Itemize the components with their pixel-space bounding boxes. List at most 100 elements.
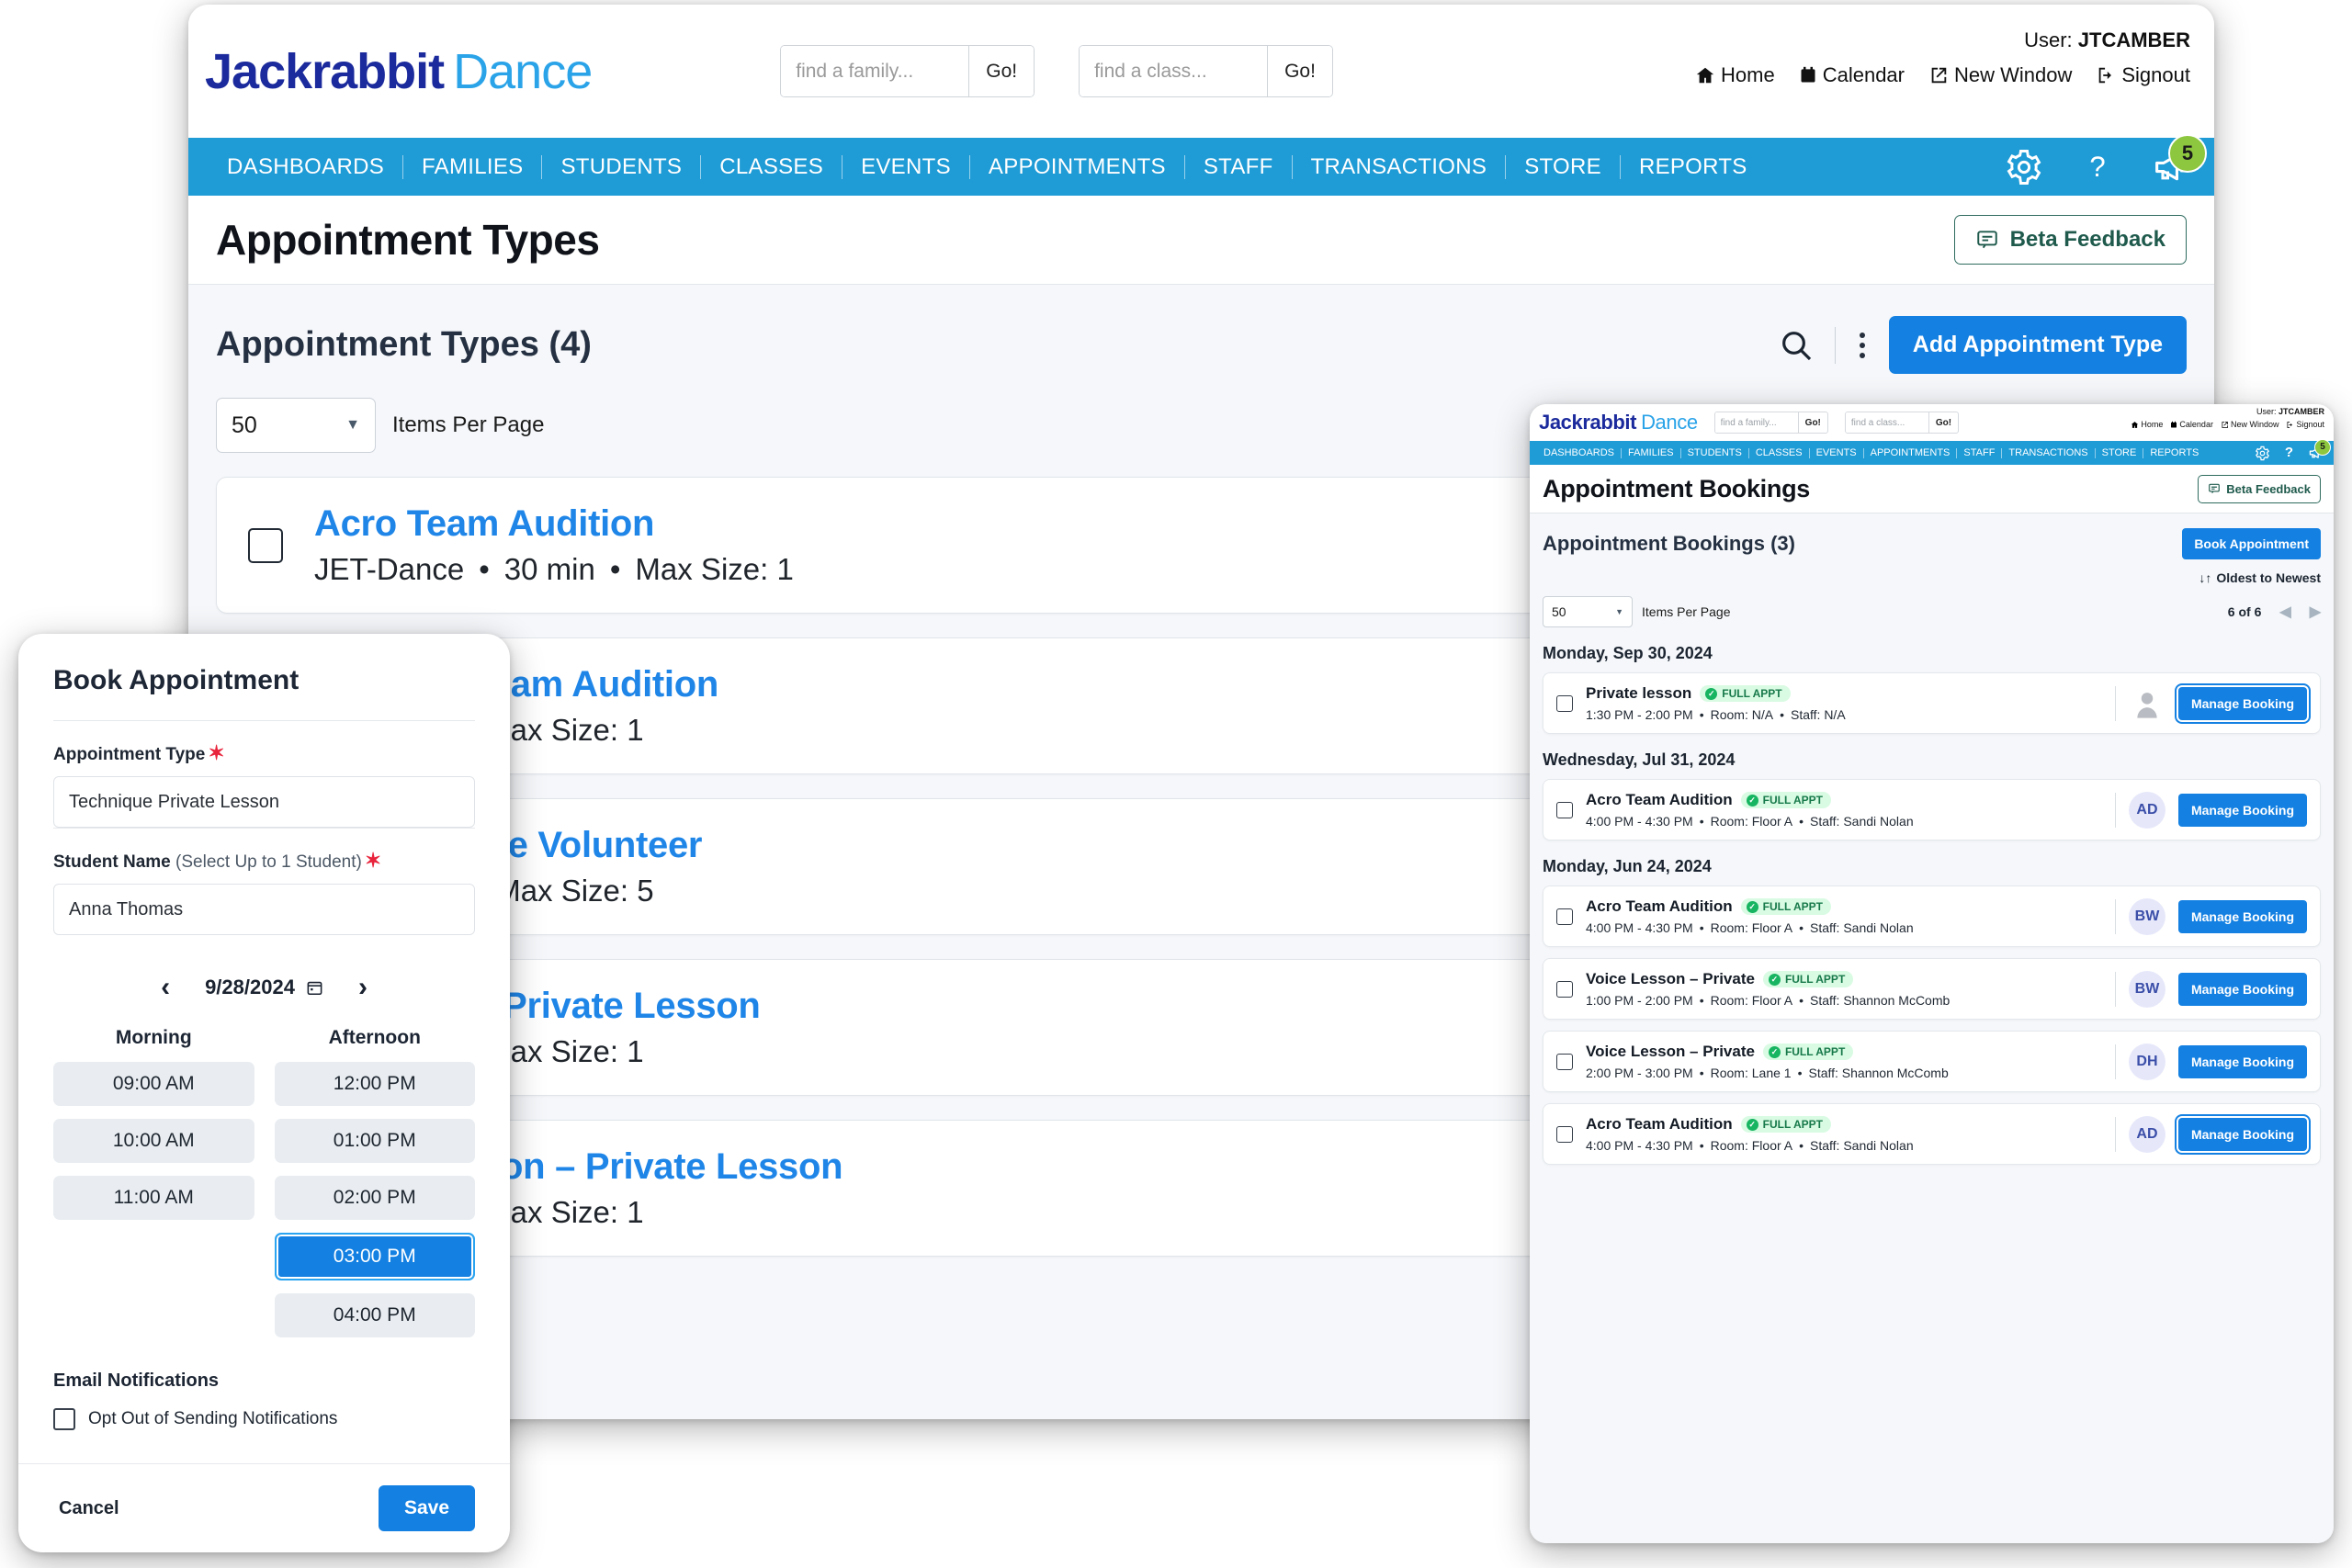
settings-button[interactable] (2255, 446, 2270, 461)
family-search-input[interactable] (1714, 412, 1798, 433)
next-page-button[interactable]: ▶ (2310, 603, 2321, 621)
announcements-button[interactable]: 5 (2152, 133, 2207, 186)
items-per-page-select[interactable]: 50 ▼ (216, 398, 376, 453)
time-slot-selected[interactable]: 03:00 PM (274, 1233, 475, 1280)
manage-booking-button[interactable]: Manage Booking (2177, 972, 2307, 1006)
booking-row[interactable]: Acro Team Audition ✓ FULL APPT 4:00 PM - … (1543, 886, 2321, 947)
nav-item-store[interactable]: STORE (2096, 447, 2143, 458)
time-slot[interactable]: 04:00 PM (274, 1293, 475, 1337)
nav-item-staff[interactable]: STAFF (1957, 447, 2001, 458)
nav-item-reports[interactable]: REPORTS (1621, 154, 1766, 180)
more-options-button[interactable] (1836, 332, 1889, 358)
nav-item-transactions[interactable]: TRANSACTIONS (2002, 447, 2094, 458)
items-per-page-select[interactable]: 50 ▼ (1543, 596, 1633, 627)
booking-row[interactable]: Private lesson ✓ FULL APPT 1:30 PM - 2:00… (1543, 672, 2321, 734)
family-search-go-button[interactable]: Go! (968, 46, 1035, 96)
class-search-input[interactable] (1845, 412, 1928, 433)
nav-item-dashboards[interactable]: DASHBOARDS (1537, 447, 1621, 458)
appointment-type-input[interactable]: Technique Private Lesson (53, 776, 475, 828)
manage-booking-button[interactable]: Manage Booking (2177, 686, 2307, 720)
next-day-button[interactable]: › (358, 972, 368, 1003)
time-slot[interactable]: 11:00 AM (53, 1176, 254, 1220)
book-appointment-button[interactable]: Book Appointment (2182, 528, 2321, 559)
bullet-separator: • (1699, 920, 1704, 935)
nav-item-reports[interactable]: REPORTS (2143, 447, 2205, 458)
previous-day-button[interactable]: ‹ (161, 972, 170, 1003)
nav-item-events[interactable]: EVENTS (842, 154, 969, 180)
home-link[interactable]: Home (1695, 63, 1775, 87)
calendar-icon (2171, 421, 2177, 427)
manage-booking-button[interactable]: Manage Booking (2177, 899, 2307, 933)
row-checkbox[interactable] (1556, 801, 1573, 818)
beta-feedback-button[interactable]: Beta Feedback (1953, 215, 2187, 265)
signout-link[interactable]: Signout (2096, 63, 2190, 87)
nav-item-appointments[interactable]: APPOINTMENTS (1864, 447, 1957, 458)
nav-item-students[interactable]: STUDENTS (1681, 447, 1748, 458)
row-checkbox[interactable] (1556, 1125, 1573, 1143)
family-search-input[interactable] (781, 46, 969, 96)
family-search-go-button[interactable]: Go! (1797, 412, 1827, 433)
row-checkbox[interactable] (1556, 1053, 1573, 1070)
booking-row[interactable]: Acro Team Audition ✓ FULL APPT 4:00 PM - … (1543, 779, 2321, 840)
time-slot[interactable]: 01:00 PM (274, 1119, 475, 1163)
manage-booking-button[interactable]: Manage Booking (2177, 1044, 2307, 1078)
nav-item-events[interactable]: EVENTS (1810, 447, 1863, 458)
gear-icon (2007, 149, 2041, 185)
appointment-type-maxsize: Max Size: 1 (635, 552, 794, 586)
nav-item-families[interactable]: FAMILIES (1622, 447, 1680, 458)
class-search-go-button[interactable]: Go! (1267, 46, 1332, 96)
nav-item-store[interactable]: STORE (1506, 154, 1620, 180)
nav-item-students[interactable]: STUDENTS (542, 154, 700, 180)
opt-out-checkbox[interactable] (53, 1408, 75, 1430)
row-checkbox[interactable] (1556, 980, 1573, 998)
class-search-input[interactable] (1080, 46, 1268, 96)
time-slot[interactable]: 12:00 PM (274, 1062, 475, 1106)
manage-booking-button[interactable]: Manage Booking (2177, 1117, 2307, 1151)
list-subbar: 50 ▼ Items Per Page 6 of 6 ◀ ▶ (1543, 596, 2321, 627)
more-vertical-icon (1859, 332, 1865, 338)
family-search[interactable]: Go! (780, 45, 1035, 97)
row-checkbox[interactable] (1556, 908, 1573, 925)
nav-item-families[interactable]: FAMILIES (403, 154, 541, 180)
student-name-input[interactable]: Anna Thomas (53, 884, 475, 935)
home-link[interactable]: Home (2131, 420, 2163, 429)
save-button[interactable]: Save (378, 1485, 475, 1531)
previous-page-button[interactable]: ◀ (2279, 603, 2290, 621)
new-window-link[interactable]: New Window (1928, 63, 2072, 87)
booking-row[interactable]: Voice Lesson – Private ✓ FULL APPT 2:00 P… (1543, 1031, 2321, 1092)
new-window-link[interactable]: New Window (2221, 420, 2278, 429)
add-appointment-type-button[interactable]: Add Appointment Type (1888, 316, 2187, 374)
family-search[interactable]: Go! (1713, 412, 1828, 434)
cancel-button[interactable]: Cancel (53, 1497, 125, 1520)
search-button[interactable] (1758, 327, 1835, 364)
nav-item-dashboards[interactable]: DASHBOARDS (209, 154, 402, 180)
signout-link[interactable]: Signout (2286, 420, 2324, 429)
row-checkbox[interactable] (248, 527, 283, 563)
settings-button[interactable] (2005, 148, 2043, 186)
help-button[interactable]: ? (2082, 148, 2113, 186)
nav-item-appointments[interactable]: APPOINTMENTS (970, 154, 1184, 180)
time-slot[interactable]: 02:00 PM (274, 1176, 475, 1220)
calendar-link[interactable]: Calendar (1799, 63, 1905, 87)
booking-row[interactable]: Voice Lesson – Private ✓ FULL APPT 1:00 P… (1543, 958, 2321, 1020)
opt-out-row[interactable]: Opt Out of Sending Notifications (53, 1408, 475, 1430)
announcements-button[interactable]: 5 (2308, 439, 2331, 460)
appointment-type-name[interactable]: Acro Team Audition (314, 503, 794, 545)
nav-item-staff[interactable]: STAFF (1185, 154, 1292, 180)
nav-item-transactions[interactable]: TRANSACTIONS (1293, 154, 1506, 180)
beta-feedback-button[interactable]: Beta Feedback (2198, 474, 2321, 503)
class-search[interactable]: Go! (1844, 412, 1960, 434)
calendar-icon[interactable] (306, 979, 323, 997)
booking-row[interactable]: Acro Team Audition ✓ FULL APPT 4:00 PM - … (1543, 1103, 2321, 1165)
time-slot[interactable]: 10:00 AM (53, 1119, 254, 1163)
class-search-go-button[interactable]: Go! (1928, 412, 1958, 433)
nav-utility-icons: ? 5 (2005, 133, 2207, 196)
manage-booking-button[interactable]: Manage Booking (2177, 793, 2307, 827)
time-slot[interactable]: 09:00 AM (53, 1062, 254, 1106)
nav-item-classes[interactable]: CLASSES (701, 154, 842, 180)
calendar-link[interactable]: Calendar (2170, 420, 2213, 429)
row-checkbox[interactable] (1556, 694, 1573, 712)
nav-item-classes[interactable]: CLASSES (1749, 447, 1809, 458)
class-search[interactable]: Go! (1079, 45, 1333, 97)
sort-by-button[interactable]: ↓↑ Oldest to Newest (1543, 570, 2321, 585)
